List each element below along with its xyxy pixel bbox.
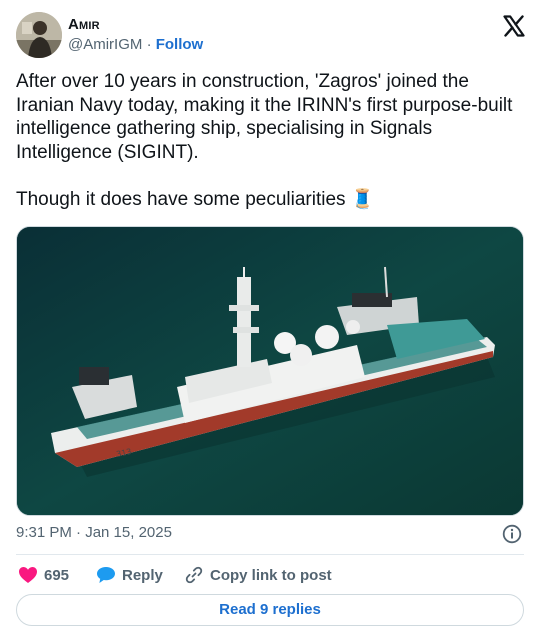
author-name[interactable]: Amir bbox=[68, 16, 100, 33]
divider bbox=[16, 554, 524, 555]
reply-label: Reply bbox=[122, 566, 163, 584]
like-button[interactable]: 695 bbox=[18, 564, 69, 586]
reply-button[interactable]: Reply bbox=[96, 564, 163, 586]
author-handle-row: @AmirIGM · Follow bbox=[68, 36, 203, 53]
tweet-embed-card: Amir @AmirIGM · Follow After over 10 yea… bbox=[0, 0, 540, 642]
tweet-header: Amir @AmirIGM · Follow bbox=[16, 12, 526, 60]
tweet-timestamp[interactable]: 9:31 PM · Jan 15, 2025 bbox=[16, 524, 172, 541]
x-logo-icon[interactable] bbox=[502, 14, 526, 38]
info-icon[interactable] bbox=[502, 524, 522, 544]
link-icon bbox=[185, 566, 203, 584]
copy-link-label: Copy link to post bbox=[210, 566, 332, 584]
author-handle[interactable]: @AmirIGM bbox=[68, 36, 142, 53]
speech-bubble-icon bbox=[97, 567, 115, 583]
avatar[interactable] bbox=[16, 12, 62, 58]
ship-photo-illustration: 313 bbox=[17, 227, 523, 515]
handle-separator: · bbox=[146, 36, 152, 53]
read-replies-button[interactable]: Read 9 replies bbox=[16, 594, 524, 626]
tweet-photo[interactable]: 313 bbox=[16, 226, 524, 516]
copy-link-button[interactable]: Copy link to post bbox=[184, 564, 332, 586]
tweet-actions: 695 Reply Copy link to post bbox=[16, 564, 524, 588]
like-count: 695 bbox=[44, 566, 70, 584]
heart-icon bbox=[19, 567, 37, 583]
follow-link[interactable]: Follow bbox=[156, 36, 204, 53]
tweet-text: After over 10 years in construction, 'Za… bbox=[16, 71, 513, 210]
